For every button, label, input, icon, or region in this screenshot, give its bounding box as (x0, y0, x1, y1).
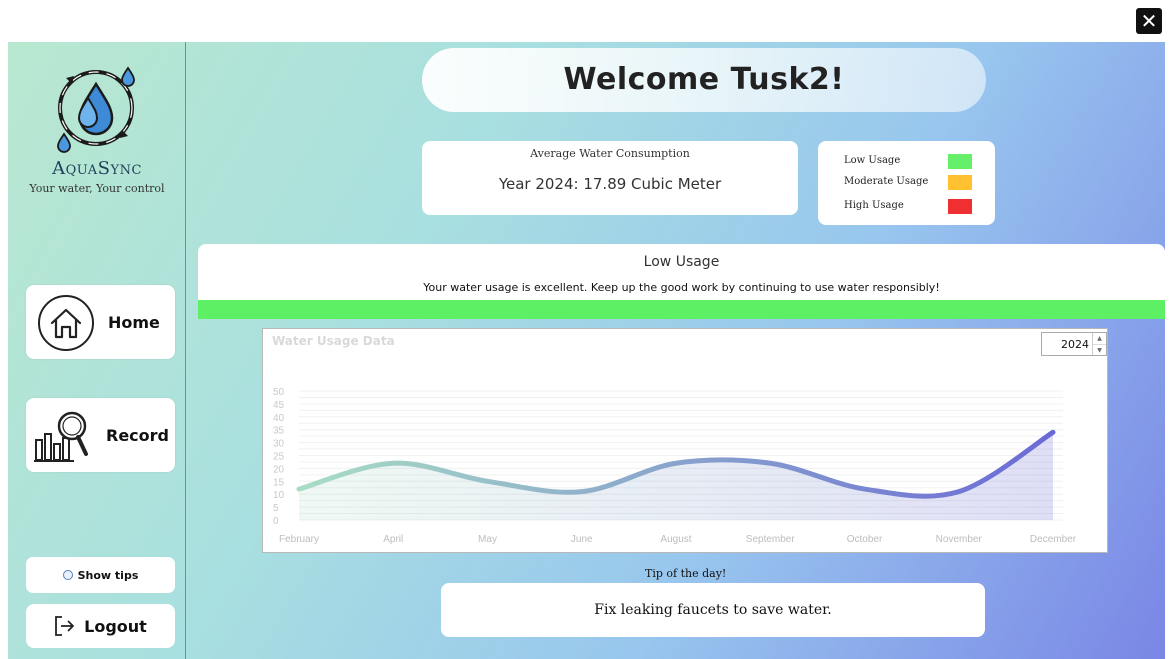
show-tips-radio[interactable] (62, 570, 73, 580)
average-consumption-card: Average Water Consumption Year 2024: 17.… (422, 141, 798, 215)
y-tick-label: 25 (273, 452, 285, 463)
usage-legend-card: Low Usage Moderate Usage High Usage (818, 141, 995, 225)
welcome-text: Welcome Tusk2! (563, 62, 845, 97)
legend-high-label: High Usage (844, 200, 904, 211)
x-tick-label: October (847, 534, 883, 545)
tip-of-day-label: Tip of the day! (645, 567, 727, 580)
legend-moderate-label: Moderate Usage (844, 176, 929, 187)
legend-high-swatch (948, 199, 972, 214)
y-tick-label: 50 (273, 387, 285, 398)
usage-status-panel: Low Usage Your water usage is excellent.… (198, 244, 1165, 319)
x-tick-label: November (936, 534, 983, 545)
water-usage-chart: 0 5 10 15 20 25 30 35 40 45 50 February April May June… (262, 328, 1108, 553)
usage-status-bar (198, 300, 1165, 319)
window-titlebar: ✕ (0, 0, 1173, 42)
legend-moderate: Moderate Usage (844, 175, 972, 190)
logout-label: Logout (84, 616, 147, 636)
year-spinbox[interactable]: 2024 ▲ ▼ (1041, 332, 1107, 356)
x-tick-label: April (383, 534, 403, 545)
y-tick-label: 40 (273, 413, 285, 424)
y-tick-label: 10 (273, 490, 285, 501)
year-down-button[interactable]: ▼ (1093, 344, 1106, 355)
x-tick-label: May (478, 534, 497, 545)
x-tick-label: August (660, 534, 691, 545)
sidebar: AquaSync Your water, Your control Home R… (8, 42, 186, 659)
show-tips-label: Show tips (77, 568, 139, 582)
chart-title: Water Usage Data (272, 334, 395, 348)
logout-button[interactable]: Logout (26, 604, 175, 648)
usage-status-title: Low Usage (643, 254, 720, 270)
average-value: Year 2024: 17.89 Cubic Meter (498, 175, 722, 193)
x-tick-label: September (746, 534, 796, 545)
y-tick-label: 35 (273, 426, 285, 437)
aquasync-logo-icon (57, 66, 135, 153)
legend-low-swatch (948, 154, 972, 169)
home-button[interactable]: Home (26, 285, 175, 359)
home-label: Home (108, 313, 160, 332)
chart-canvas: 0 5 10 15 2025 30 35 40 45 50 February April May June… (273, 387, 1077, 545)
year-value: 2024 (1061, 338, 1089, 351)
legend-moderate-swatch (948, 175, 972, 190)
average-title: Average Water Consumption (530, 147, 690, 160)
welcome-banner: Welcome Tusk2! (422, 48, 986, 112)
tip-text: Fix leaking faucets to save water. (594, 602, 832, 618)
x-tick-label: June (571, 534, 593, 545)
record-label: Record (106, 426, 169, 445)
home-icon (38, 295, 94, 351)
y-tick-label: 0 (273, 516, 279, 527)
year-up-button[interactable]: ▲ (1093, 333, 1106, 344)
tip-card: Fix leaking faucets to save water. (441, 583, 985, 637)
x-tick-label: February (279, 534, 319, 545)
usage-area (299, 432, 1053, 520)
record-button[interactable]: Record (26, 398, 175, 472)
legend-low-label: Low Usage (844, 155, 901, 166)
brand-tagline: Your water, Your control (29, 182, 165, 195)
y-tick-label: 15 (273, 477, 285, 488)
chart-search-icon (34, 411, 88, 462)
x-tick-label: December (1030, 534, 1077, 545)
y-tick-label: 45 (273, 400, 285, 411)
y-tick-label: 20 (273, 464, 285, 475)
close-button[interactable]: ✕ (1136, 8, 1162, 34)
usage-status-message: Your water usage is excellent. Keep up t… (423, 281, 940, 294)
y-tick-label: 30 (273, 439, 285, 450)
legend-high: High Usage (844, 199, 972, 214)
legend-low: Low Usage (844, 154, 972, 169)
brand-name: AquaSync (52, 158, 142, 179)
y-tick-label: 5 (273, 503, 279, 514)
logout-arrow-icon (55, 616, 75, 636)
year-spin-arrows: ▲ ▼ (1092, 333, 1106, 355)
app-frame: AquaSync Your water, Your control Home R… (8, 42, 1165, 659)
show-tips-toggle[interactable]: Show tips (26, 557, 175, 593)
